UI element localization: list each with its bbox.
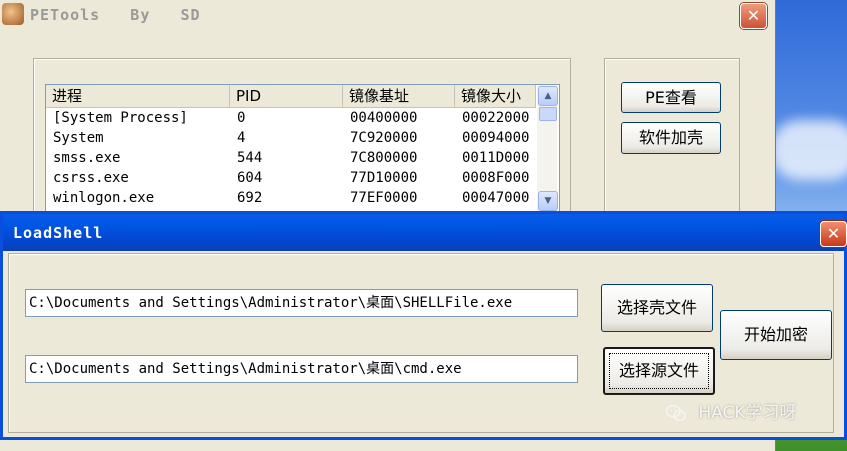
watermark: HACK学习呀 (665, 400, 797, 426)
process-listview[interactable]: 进程 PID 镜像基址 镜像大小 [System Process] 0 0040… (45, 84, 560, 214)
pid-cell: 604 (237, 170, 263, 186)
pid-cell: 0 (237, 110, 246, 126)
scroll-down-icon[interactable]: ▼ (538, 191, 558, 211)
process-name-cell: winlogon.exe (53, 190, 155, 206)
shell-file-path-input[interactable]: C:\Documents and Settings\Administrator\… (25, 289, 578, 317)
process-name-cell: smss.exe (53, 150, 121, 166)
pid-cell: 544 (237, 150, 263, 166)
pid-cell: 692 (237, 190, 263, 206)
process-list-scrollbar[interactable]: ▲ ▼ (537, 85, 558, 211)
table-row[interactable]: csrss.exe 604 77D10000 0008F000 (46, 168, 536, 188)
process-list-rows: [System Process] 0 00400000 00022000 Sys… (46, 108, 536, 208)
pe-view-button[interactable]: PE查看 (621, 82, 721, 113)
image-base-cell: 77EF0000 (350, 190, 418, 206)
column-header-image-base[interactable]: 镜像基址 (343, 85, 455, 107)
image-size-cell: 00022000 (462, 110, 530, 126)
main-titlebar[interactable]: PETools By SD ✕ (0, 0, 775, 30)
wechat-icon (665, 404, 686, 422)
table-row[interactable]: smss.exe 544 7C800000 0011D000 (46, 148, 536, 168)
scroll-up-icon[interactable]: ▲ (538, 86, 558, 106)
focus-rect (609, 353, 709, 389)
scroll-thumb[interactable] (539, 107, 557, 121)
image-base-cell: 00400000 (350, 110, 418, 126)
desktop-cloud (770, 120, 847, 180)
pid-cell: 4 (237, 130, 246, 146)
image-size-cell: 00094000 (462, 130, 530, 146)
select-source-file-button[interactable]: 选择源文件 (603, 347, 715, 395)
watermark-text: HACK学习呀 (698, 403, 797, 423)
column-header-image-size[interactable]: 镜像大小 (455, 85, 536, 107)
select-shell-file-button[interactable]: 选择壳文件 (601, 284, 713, 332)
process-list-header: 进程 PID 镜像基址 镜像大小 (46, 85, 536, 108)
process-name-cell: csrss.exe (53, 170, 129, 186)
image-base-cell: 77D10000 (350, 170, 418, 186)
process-name-cell: [System Process] (53, 110, 188, 126)
image-base-cell: 7C800000 (350, 150, 418, 166)
source-file-path-input[interactable]: C:\Documents and Settings\Administrator\… (25, 355, 578, 383)
add-shell-button[interactable]: 软件加壳 (621, 122, 721, 154)
image-size-cell: 00047000 (462, 190, 530, 206)
dog-app-icon (2, 3, 24, 25)
dialog-title: LoadShell (13, 224, 104, 242)
table-row[interactable]: winlogon.exe 692 77EF0000 00047000 (46, 188, 536, 208)
table-row[interactable]: [System Process] 0 00400000 00022000 (46, 108, 536, 128)
start-encrypt-button[interactable]: 开始加密 (720, 310, 832, 360)
image-base-cell: 7C920000 (350, 130, 418, 146)
main-close-icon[interactable]: ✕ (740, 3, 767, 29)
table-row[interactable]: System 4 7C920000 00094000 (46, 128, 536, 148)
process-name-cell: System (53, 130, 104, 146)
column-header-pid[interactable]: PID (230, 85, 343, 107)
dialog-titlebar[interactable]: LoadShell ✕ (3, 214, 847, 251)
image-size-cell: 0011D000 (462, 150, 530, 166)
image-size-cell: 0008F000 (462, 170, 530, 186)
column-header-process[interactable]: 进程 (46, 85, 230, 107)
main-window-title: PETools By SD (30, 6, 201, 24)
dialog-close-icon[interactable]: ✕ (820, 221, 847, 247)
